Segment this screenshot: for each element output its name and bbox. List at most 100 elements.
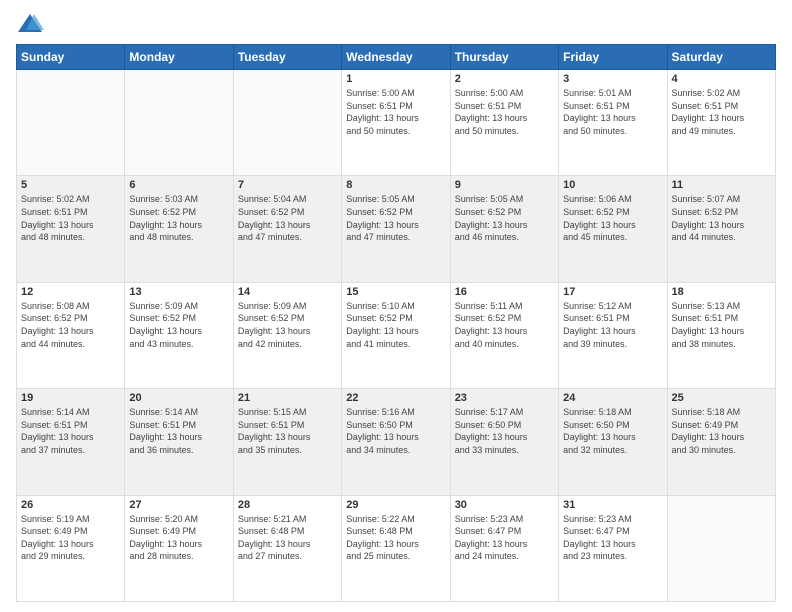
day-header-monday: Monday: [125, 45, 233, 70]
day-info: Sunrise: 5:21 AM Sunset: 6:48 PM Dayligh…: [238, 513, 337, 563]
day-number: 3: [563, 73, 662, 85]
day-info: Sunrise: 5:02 AM Sunset: 6:51 PM Dayligh…: [672, 87, 771, 137]
day-info: Sunrise: 5:05 AM Sunset: 6:52 PM Dayligh…: [346, 193, 445, 243]
calendar-cell: 31Sunrise: 5:23 AM Sunset: 6:47 PM Dayli…: [559, 495, 667, 601]
day-info: Sunrise: 5:15 AM Sunset: 6:51 PM Dayligh…: [238, 406, 337, 456]
day-number: 14: [238, 286, 337, 298]
day-info: Sunrise: 5:05 AM Sunset: 6:52 PM Dayligh…: [455, 193, 554, 243]
day-info: Sunrise: 5:18 AM Sunset: 6:49 PM Dayligh…: [672, 406, 771, 456]
calendar-cell: 15 Sunrise: 5:10 AM Sunset: 6:52 PM Dayli…: [342, 282, 450, 388]
calendar-cell: 11 Sunrise: 5:07 AM Sunset: 6:52 PM Dayli…: [667, 176, 775, 282]
calendar-cell: 21 Sunrise: 5:15 AM Sunset: 6:51 PM Dayli…: [233, 389, 341, 495]
calendar-cell: 1Sunrise: 5:00 AM Sunset: 6:51 PM Daylig…: [342, 70, 450, 176]
day-number: 19: [21, 392, 120, 404]
day-number: 5: [21, 179, 120, 191]
logo-icon: [16, 10, 44, 38]
day-number: 15: [346, 286, 445, 298]
day-info: Sunrise: 5:14 AM Sunset: 6:51 PM Dayligh…: [21, 406, 120, 456]
calendar-cell: 5 Sunrise: 5:02 AM Sunset: 6:51 PM Daylig…: [17, 176, 125, 282]
calendar-cell: 3 Sunrise: 5:01 AM Sunset: 6:51 PM Daylig…: [559, 70, 667, 176]
calendar-cell: 2Sunrise: 5:00 AM Sunset: 6:51 PM Daylig…: [450, 70, 558, 176]
day-number: 21: [238, 392, 337, 404]
day-info: Sunrise: 5:01 AM Sunset: 6:51 PM Dayligh…: [563, 87, 662, 137]
day-info: Sunrise: 5:09 AM Sunset: 6:52 PM Dayligh…: [129, 300, 228, 350]
day-header-tuesday: Tuesday: [233, 45, 341, 70]
day-info: Sunrise: 5:23 AM Sunset: 6:47 PM Dayligh…: [455, 513, 554, 563]
day-info: Sunrise: 5:17 AM Sunset: 6:50 PM Dayligh…: [455, 406, 554, 456]
calendar-cell: [125, 70, 233, 176]
day-number: 29: [346, 499, 445, 511]
calendar-cell: 24 Sunrise: 5:18 AM Sunset: 6:50 PM Dayli…: [559, 389, 667, 495]
day-info: Sunrise: 5:18 AM Sunset: 6:50 PM Dayligh…: [563, 406, 662, 456]
calendar-week-1: 1 Sunrise: 5:00 AM Sunset: 6:51 PM Daylig…: [17, 70, 776, 176]
day-info: Sunrise: 5:07 AM Sunset: 6:52 PM Dayligh…: [672, 193, 771, 243]
calendar-table: SundayMondayTuesdayWednesdayThursdayFrid…: [16, 44, 776, 602]
calendar-cell: 12 Sunrise: 5:08 AM Sunset: 6:52 PM Dayli…: [17, 282, 125, 388]
page: SundayMondayTuesdayWednesdayThursdayFrid…: [0, 0, 792, 612]
day-number: 30: [455, 499, 554, 511]
day-number: 28: [238, 499, 337, 511]
calendar-cell: 16Sunrise: 5:11 AM Sunset: 6:52 PM Dayli…: [450, 282, 558, 388]
calendar-cell: [17, 70, 125, 176]
day-number: 11: [672, 179, 771, 191]
day-header-saturday: Saturday: [667, 45, 775, 70]
day-header-wednesday: Wednesday: [342, 45, 450, 70]
calendar-cell: 22 Sunrise: 5:16 AM Sunset: 6:50 PM Dayli…: [342, 389, 450, 495]
day-number: 26: [21, 499, 120, 511]
day-info: Sunrise: 5:13 AM Sunset: 6:51 PM Dayligh…: [672, 300, 771, 350]
day-number: 20: [129, 392, 228, 404]
calendar-week-4: 19 Sunrise: 5:14 AM Sunset: 6:51 PM Dayli…: [17, 389, 776, 495]
day-number: 25: [672, 392, 771, 404]
day-header-sunday: Sunday: [17, 45, 125, 70]
day-info: Sunrise: 5:02 AM Sunset: 6:51 PM Dayligh…: [21, 193, 120, 243]
day-info: Sunrise: 5:16 AM Sunset: 6:50 PM Dayligh…: [346, 406, 445, 456]
day-info: Sunrise: 5:10 AM Sunset: 6:52 PM Dayligh…: [346, 300, 445, 350]
day-info: Sunrise: 5:19 AM Sunset: 6:49 PM Dayligh…: [21, 513, 120, 563]
calendar-cell: 25 Sunrise: 5:18 AM Sunset: 6:49 PM Dayli…: [667, 389, 775, 495]
day-number: 4: [672, 73, 771, 85]
day-info: Sunrise: 5:14 AM Sunset: 6:51 PM Dayligh…: [129, 406, 228, 456]
calendar-cell: 7Sunrise: 5:04 AM Sunset: 6:52 PM Daylig…: [233, 176, 341, 282]
logo: [16, 10, 48, 38]
header: [16, 10, 776, 38]
calendar-cell: 20 Sunrise: 5:14 AM Sunset: 6:51 PM Dayli…: [125, 389, 233, 495]
day-header-thursday: Thursday: [450, 45, 558, 70]
day-info: Sunrise: 5:00 AM Sunset: 6:51 PM Dayligh…: [455, 87, 554, 137]
day-number: 27: [129, 499, 228, 511]
calendar-cell: 18 Sunrise: 5:13 AM Sunset: 6:51 PM Dayli…: [667, 282, 775, 388]
calendar-cell: [667, 495, 775, 601]
calendar-cell: 19 Sunrise: 5:14 AM Sunset: 6:51 PM Dayli…: [17, 389, 125, 495]
day-number: 13: [129, 286, 228, 298]
day-info: Sunrise: 5:04 AM Sunset: 6:52 PM Dayligh…: [238, 193, 337, 243]
day-number: 12: [21, 286, 120, 298]
calendar-cell: 17 Sunrise: 5:12 AM Sunset: 6:51 PM Dayli…: [559, 282, 667, 388]
calendar-cell: 14Sunrise: 5:09 AM Sunset: 6:52 PM Dayli…: [233, 282, 341, 388]
day-info: Sunrise: 5:12 AM Sunset: 6:51 PM Dayligh…: [563, 300, 662, 350]
day-number: 10: [563, 179, 662, 191]
calendar-cell: 28 Sunrise: 5:21 AM Sunset: 6:48 PM Dayli…: [233, 495, 341, 601]
calendar-cell: 10 Sunrise: 5:06 AM Sunset: 6:52 PM Dayli…: [559, 176, 667, 282]
calendar-cell: 13 Sunrise: 5:09 AM Sunset: 6:52 PM Dayli…: [125, 282, 233, 388]
day-number: 24: [563, 392, 662, 404]
calendar-cell: 9Sunrise: 5:05 AM Sunset: 6:52 PM Daylig…: [450, 176, 558, 282]
calendar-cell: 26 Sunrise: 5:19 AM Sunset: 6:49 PM Dayli…: [17, 495, 125, 601]
calendar-week-2: 5 Sunrise: 5:02 AM Sunset: 6:51 PM Daylig…: [17, 176, 776, 282]
calendar-cell: 4 Sunrise: 5:02 AM Sunset: 6:51 PM Daylig…: [667, 70, 775, 176]
calendar-week-3: 12 Sunrise: 5:08 AM Sunset: 6:52 PM Dayli…: [17, 282, 776, 388]
day-number: 17: [563, 286, 662, 298]
day-info: Sunrise: 5:22 AM Sunset: 6:48 PM Dayligh…: [346, 513, 445, 563]
calendar-cell: [233, 70, 341, 176]
day-number: 8: [346, 179, 445, 191]
day-info: Sunrise: 5:11 AM Sunset: 6:52 PM Dayligh…: [455, 300, 554, 350]
calendar-cell: 8 Sunrise: 5:05 AM Sunset: 6:52 PM Daylig…: [342, 176, 450, 282]
calendar-cell: 29 Sunrise: 5:22 AM Sunset: 6:48 PM Dayli…: [342, 495, 450, 601]
day-number: 31: [563, 499, 662, 511]
day-number: 23: [455, 392, 554, 404]
calendar-week-5: 26 Sunrise: 5:19 AM Sunset: 6:49 PM Dayli…: [17, 495, 776, 601]
day-info: Sunrise: 5:06 AM Sunset: 6:52 PM Dayligh…: [563, 193, 662, 243]
day-info: Sunrise: 5:08 AM Sunset: 6:52 PM Dayligh…: [21, 300, 120, 350]
day-number: 22: [346, 392, 445, 404]
day-number: 18: [672, 286, 771, 298]
day-number: 6: [129, 179, 228, 191]
day-number: 1: [346, 73, 445, 85]
